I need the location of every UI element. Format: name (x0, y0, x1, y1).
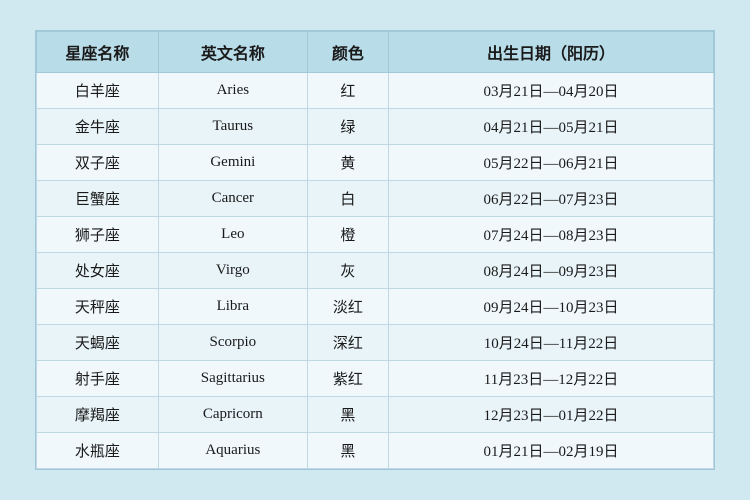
cell-english: Leo (158, 217, 307, 253)
cell-english: Aries (158, 73, 307, 109)
cell-color: 黄 (307, 145, 388, 181)
table-row: 水瓶座Aquarius黑01月21日—02月19日 (37, 433, 714, 469)
cell-english: Cancer (158, 181, 307, 217)
cell-date: 04月21日—05月21日 (389, 109, 714, 145)
table-header-row: 星座名称 英文名称 颜色 出生日期（阳历） (37, 32, 714, 73)
table-row: 巨蟹座Cancer白06月22日—07月23日 (37, 181, 714, 217)
cell-english: Gemini (158, 145, 307, 181)
cell-date: 09月24日—10月23日 (389, 289, 714, 325)
cell-date: 11月23日—12月22日 (389, 361, 714, 397)
table-row: 摩羯座Capricorn黑12月23日—01月22日 (37, 397, 714, 433)
cell-english: Aquarius (158, 433, 307, 469)
cell-color: 白 (307, 181, 388, 217)
cell-date: 08月24日—09月23日 (389, 253, 714, 289)
header-chinese: 星座名称 (37, 32, 159, 73)
cell-color: 黑 (307, 433, 388, 469)
table-row: 天秤座Libra淡红09月24日—10月23日 (37, 289, 714, 325)
cell-chinese: 水瓶座 (37, 433, 159, 469)
cell-color: 深红 (307, 325, 388, 361)
header-color: 颜色 (307, 32, 388, 73)
header-english: 英文名称 (158, 32, 307, 73)
cell-english: Libra (158, 289, 307, 325)
cell-date: 10月24日—11月22日 (389, 325, 714, 361)
cell-english: Sagittarius (158, 361, 307, 397)
zodiac-table: 星座名称 英文名称 颜色 出生日期（阳历） 白羊座Aries红03月21日—04… (36, 31, 714, 469)
table-row: 处女座Virgo灰08月24日—09月23日 (37, 253, 714, 289)
cell-chinese: 处女座 (37, 253, 159, 289)
cell-color: 灰 (307, 253, 388, 289)
cell-date: 12月23日—01月22日 (389, 397, 714, 433)
cell-color: 淡红 (307, 289, 388, 325)
cell-chinese: 天秤座 (37, 289, 159, 325)
cell-chinese: 狮子座 (37, 217, 159, 253)
cell-color: 橙 (307, 217, 388, 253)
cell-color: 黑 (307, 397, 388, 433)
table-row: 双子座Gemini黄05月22日—06月21日 (37, 145, 714, 181)
cell-color: 紫红 (307, 361, 388, 397)
cell-chinese: 摩羯座 (37, 397, 159, 433)
table-row: 狮子座Leo橙07月24日—08月23日 (37, 217, 714, 253)
cell-color: 绿 (307, 109, 388, 145)
cell-chinese: 巨蟹座 (37, 181, 159, 217)
table-row: 射手座Sagittarius紫红11月23日—12月22日 (37, 361, 714, 397)
table-row: 金牛座Taurus绿04月21日—05月21日 (37, 109, 714, 145)
header-date: 出生日期（阳历） (389, 32, 714, 73)
cell-date: 05月22日—06月21日 (389, 145, 714, 181)
cell-date: 03月21日—04月20日 (389, 73, 714, 109)
cell-chinese: 射手座 (37, 361, 159, 397)
cell-chinese: 天蝎座 (37, 325, 159, 361)
cell-english: Scorpio (158, 325, 307, 361)
table-row: 天蝎座Scorpio深红10月24日—11月22日 (37, 325, 714, 361)
cell-date: 01月21日—02月19日 (389, 433, 714, 469)
table-row: 白羊座Aries红03月21日—04月20日 (37, 73, 714, 109)
cell-chinese: 双子座 (37, 145, 159, 181)
cell-color: 红 (307, 73, 388, 109)
zodiac-table-container: 星座名称 英文名称 颜色 出生日期（阳历） 白羊座Aries红03月21日—04… (35, 30, 715, 470)
cell-english: Taurus (158, 109, 307, 145)
cell-date: 07月24日—08月23日 (389, 217, 714, 253)
cell-date: 06月22日—07月23日 (389, 181, 714, 217)
cell-chinese: 金牛座 (37, 109, 159, 145)
cell-english: Capricorn (158, 397, 307, 433)
cell-english: Virgo (158, 253, 307, 289)
cell-chinese: 白羊座 (37, 73, 159, 109)
